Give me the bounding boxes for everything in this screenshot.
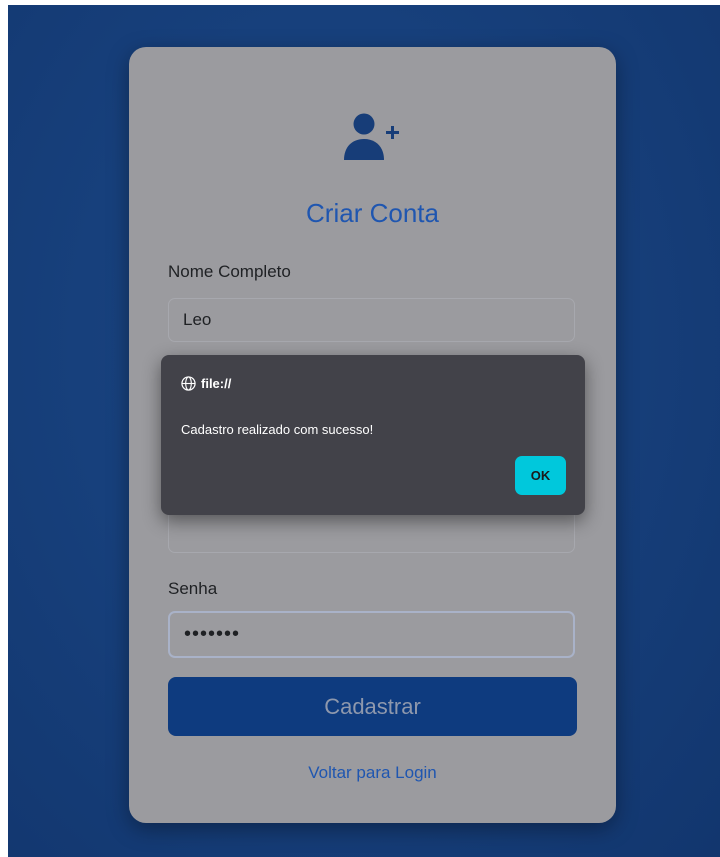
dialog-origin: file:// [181,376,231,391]
alert-dialog: file:// Cadastro realizado com sucesso! … [161,355,585,515]
name-label: Nome Completo [168,262,291,281]
page-title: Criar Conta [306,198,439,228]
user-plus-icon [344,113,399,160]
password-input[interactable]: ••••••• [168,611,575,658]
ok-button[interactable]: OK [515,456,566,495]
email-input[interactable] [168,509,575,553]
dialog-message: Cadastro realizado com sucesso! [181,422,374,437]
register-button[interactable]: Cadastrar [168,677,577,736]
dialog-origin-text: file:// [201,376,232,391]
password-label: Senha [168,579,218,598]
name-input-value: Leo [183,310,212,329]
globe-icon [181,376,196,391]
back-to-login-link[interactable]: Voltar para Login [129,763,616,783]
password-input-value: ••••••• [184,623,241,645]
page-background: Criar Conta Nome Completo Leo Senha ••••… [8,5,720,857]
name-input[interactable]: Leo [168,298,575,342]
